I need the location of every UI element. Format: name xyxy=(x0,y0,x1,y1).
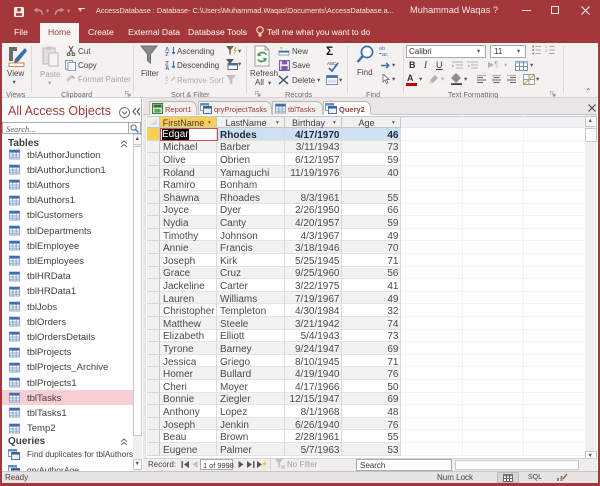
svg-text:A: A xyxy=(165,66,170,71)
svg-text:2: 2 xyxy=(545,49,547,53)
svg-text:Z: Z xyxy=(165,52,169,57)
svg-text:ac: ac xyxy=(382,52,388,56)
svg-text:Z: Z xyxy=(165,80,168,84)
